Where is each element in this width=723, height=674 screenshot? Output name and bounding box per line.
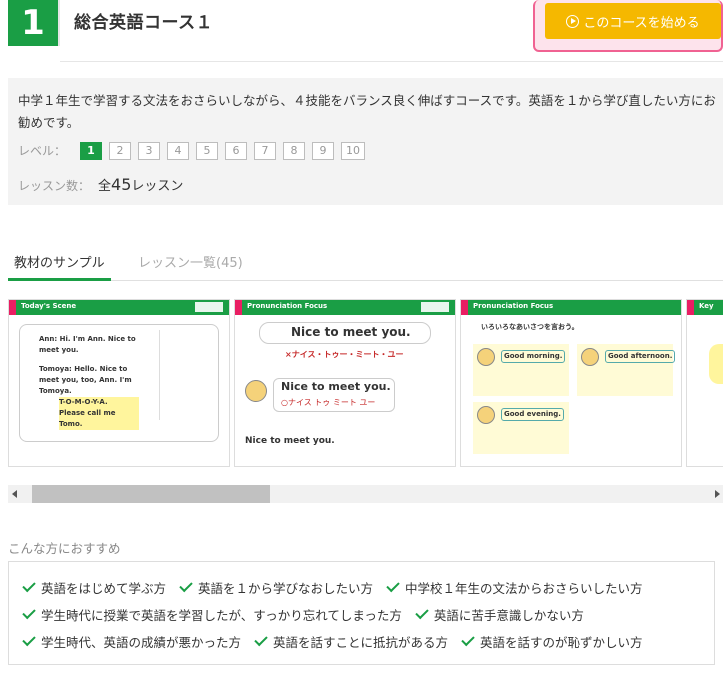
recommend-item: 英語を１から学びなおしたい方 — [179, 578, 373, 597]
level-row: レベル： 1 2 3 4 5 6 7 8 9 10 — [18, 141, 372, 160]
slide-title: Today's Scene — [21, 302, 77, 310]
level-8[interactable]: 8 — [283, 141, 305, 160]
tab-lesson-list[interactable]: レッスン一覧(45) — [132, 252, 249, 280]
gallery-scrollbar[interactable] — [8, 485, 723, 503]
check-icon — [22, 605, 36, 620]
sample-slide-2[interactable]: Pronunciation Focus Nice to meet you. ×ナ… — [234, 299, 456, 467]
recommend-item: 学生時代、英語の成績が悪かった方 — [22, 632, 241, 651]
check-icon — [461, 632, 475, 647]
sample-slide-4[interactable]: Key — [686, 299, 723, 467]
recommend-row: 英語をはじめて学ぶ方 英語を１から学びなおしたい方 中学校１年生の文法からおさら… — [22, 574, 714, 601]
recommend-item: 英語をはじめて学ぶ方 — [22, 578, 166, 597]
lesson-count-value: 全45レッスン — [98, 175, 184, 194]
header-divider — [58, 0, 60, 46]
sample-gallery: Today's Scene Ann: Hi. I'm Ann. Nice to … — [8, 299, 723, 469]
level-label: レベル： — [18, 144, 67, 158]
start-course-label: このコースを始める — [583, 15, 700, 31]
check-icon — [22, 632, 36, 647]
level-7[interactable]: 7 — [254, 141, 276, 160]
level-3[interactable]: 3 — [138, 141, 160, 160]
play-circle-icon — [566, 14, 580, 28]
recommend-item: 中学校１年生の文法からおさらいしたい方 — [386, 578, 643, 597]
recommend-item: 学生時代に授業で英語を学習したが、すっかり忘れてしまった方 — [22, 605, 402, 624]
recommend-item: 英語を話すのが恥ずかしい方 — [461, 632, 643, 651]
course-title: 総合英語コース１ — [74, 13, 214, 33]
scroll-left-arrow-icon[interactable] — [12, 490, 17, 498]
level-9[interactable]: 9 — [312, 141, 334, 160]
level-4[interactable]: 4 — [167, 141, 189, 160]
course-info-panel: 中学１年生で学習する文法をおさらいしながら、４技能をバランス良く伸ばすコースです… — [8, 78, 723, 205]
lesson-count-row: レッスン数： 全45レッスン — [18, 175, 183, 194]
course-description: 中学１年生で学習する文法をおさらいしながら、４技能をバランス良く伸ばすコースです… — [18, 93, 716, 130]
level-5[interactable]: 5 — [196, 141, 218, 160]
scroll-right-arrow-icon[interactable] — [715, 490, 720, 498]
check-icon — [22, 578, 36, 593]
recommend-row: 学生時代、英語の成績が悪かった方 英語を話すことに抵抗がある方 英語を話すのが恥… — [22, 628, 714, 655]
recommend-item: 英語を話すことに抵抗がある方 — [254, 632, 448, 651]
check-icon — [179, 578, 193, 593]
check-icon — [415, 605, 429, 620]
sample-slide-1[interactable]: Today's Scene Ann: Hi. I'm Ann. Nice to … — [8, 299, 230, 467]
course-number: 1 — [8, 0, 58, 46]
recommend-row: 学生時代に授業で英語を学習したが、すっかり忘れてしまった方 英語に苦手意識しかな… — [22, 601, 714, 628]
sample-slide-3[interactable]: Pronunciation Focus いろいろなあいさつを言おう。 Good … — [460, 299, 682, 467]
start-button-highlight: このコースを始める — [533, 0, 723, 52]
lesson-count-label: レッスン数： — [18, 179, 91, 193]
check-icon — [386, 578, 400, 593]
level-1[interactable]: 1 — [80, 141, 102, 160]
course-header: 1 総合英語コース１ このコースを始める — [0, 0, 723, 62]
recommend-list: 英語をはじめて学ぶ方 英語を１から学びなおしたい方 中学校１年生の文法からおさら… — [8, 561, 715, 665]
start-course-button[interactable]: このコースを始める — [545, 3, 721, 39]
recommend-title: こんな方におすすめ — [8, 541, 121, 556]
scrollbar-thumb[interactable] — [32, 485, 270, 503]
tab-sample[interactable]: 教材のサンプル — [8, 252, 111, 281]
content-tabs: 教材のサンプル レッスン一覧(45) — [8, 252, 723, 281]
recommend-item: 英語に苦手意識しかない方 — [415, 605, 584, 624]
header-rule — [60, 61, 723, 62]
level-6[interactable]: 6 — [225, 141, 247, 160]
level-2[interactable]: 2 — [109, 141, 131, 160]
level-10[interactable]: 10 — [341, 141, 365, 160]
check-icon — [254, 632, 268, 647]
